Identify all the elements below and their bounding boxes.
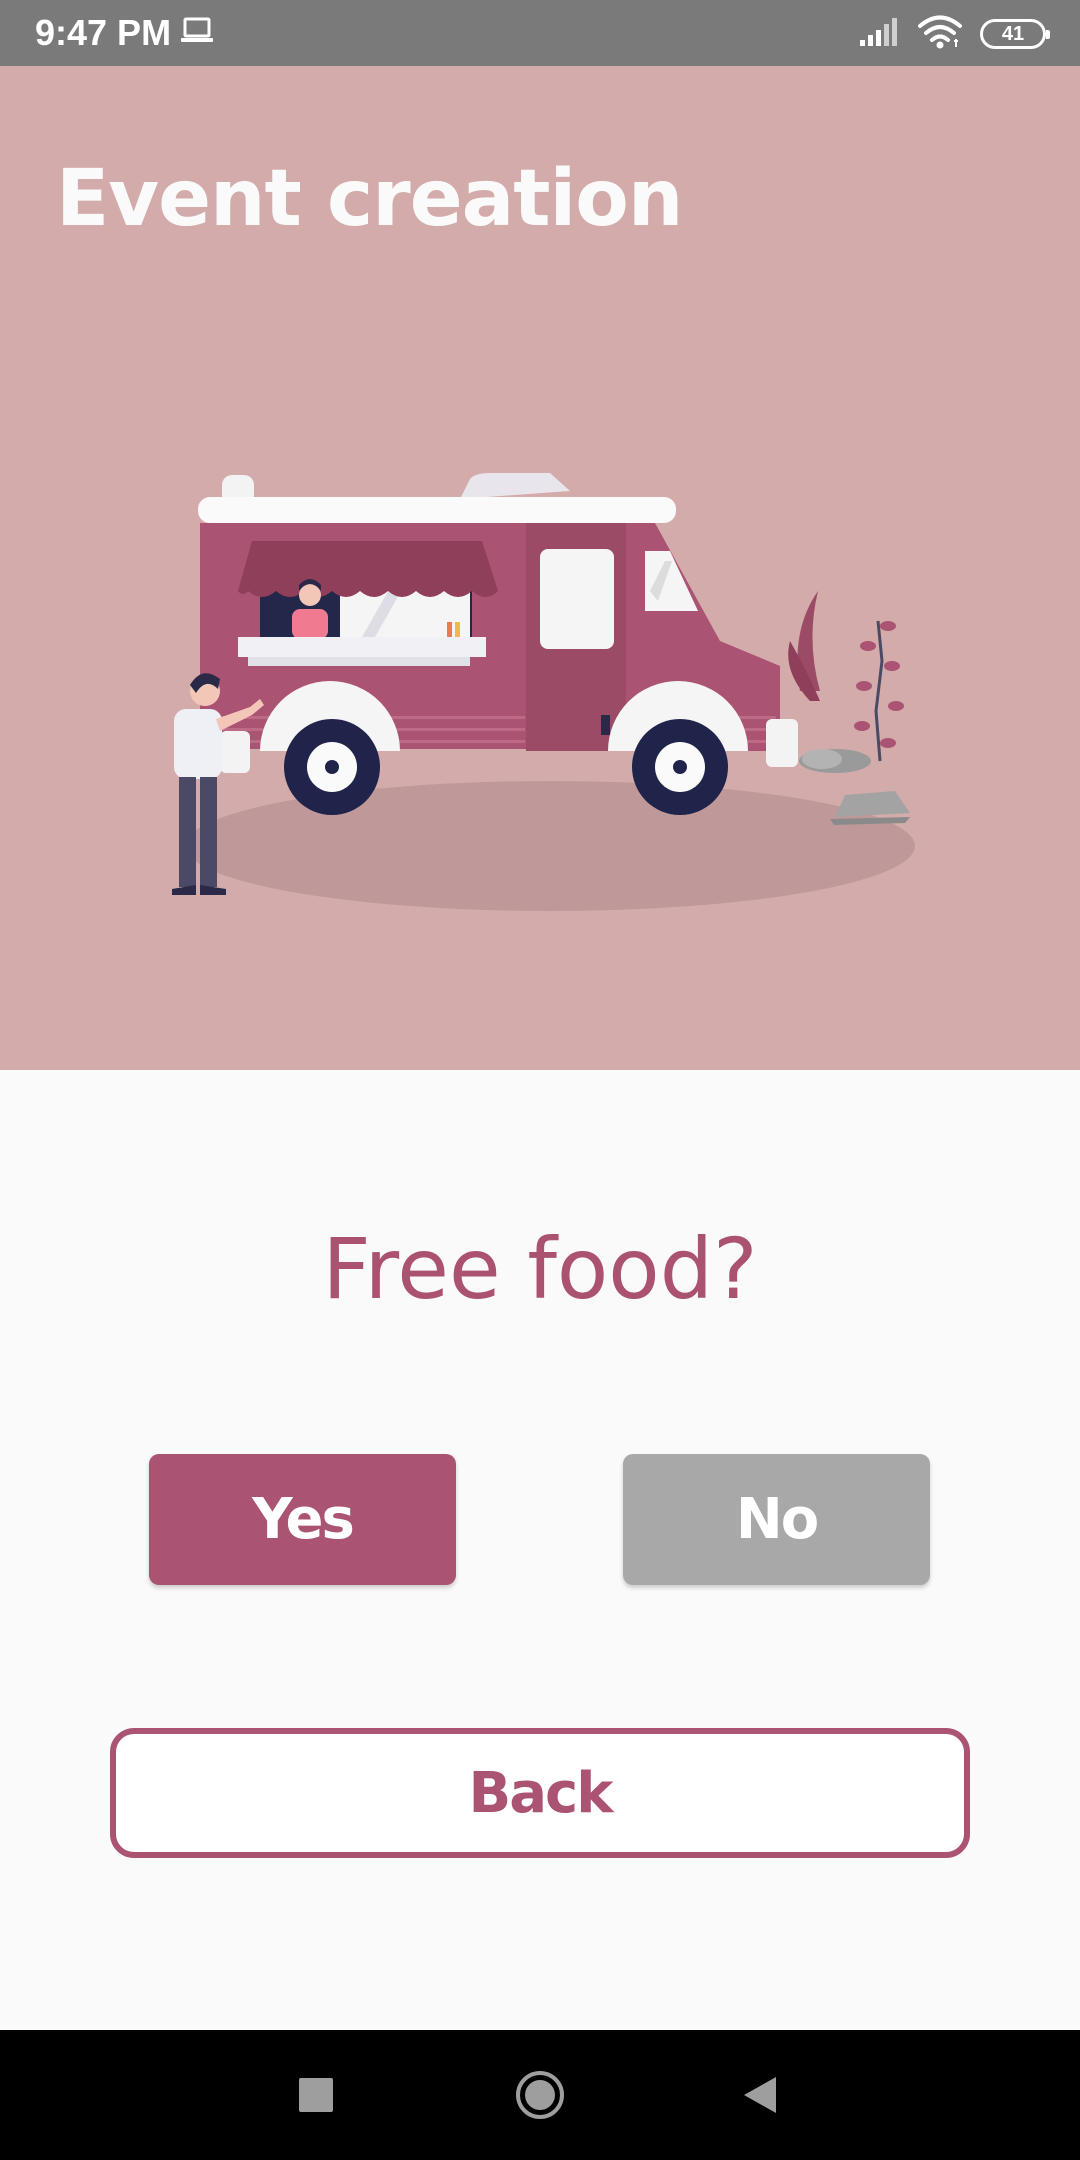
- navigation-bar: [0, 2030, 1080, 2160]
- home-icon[interactable]: [505, 2060, 575, 2130]
- food-truck-illustration: [150, 461, 920, 915]
- question-text: Free food?: [322, 1220, 758, 1318]
- recents-icon[interactable]: [281, 2060, 351, 2130]
- back-icon[interactable]: [725, 2060, 795, 2130]
- status-time: 9:47 PM: [35, 12, 172, 53]
- signal-icon: [858, 16, 900, 52]
- status-bar: 9:47 PM 41: [0, 0, 1080, 66]
- no-button[interactable]: No: [623, 1454, 930, 1585]
- question-panel: Free food? Yes No Back: [0, 1070, 1080, 2030]
- yes-button[interactable]: Yes: [149, 1454, 456, 1585]
- page-title: Event creation: [56, 154, 683, 244]
- wifi-icon: [918, 15, 962, 53]
- hero-banner: Event creation: [0, 66, 1080, 1070]
- battery-level: 41: [1001, 22, 1025, 45]
- laptop-icon: [180, 16, 214, 50]
- back-button[interactable]: Back: [110, 1728, 970, 1858]
- battery-icon: 41: [980, 19, 1050, 49]
